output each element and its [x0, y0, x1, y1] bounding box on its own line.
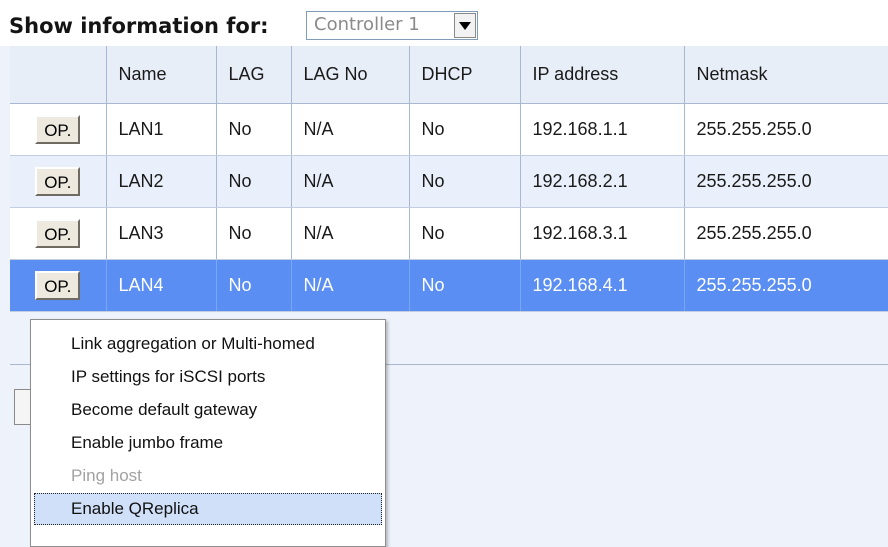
cell-lag-no: N/A	[291, 259, 410, 312]
ports-table: Name LAG LAG No DHCP IP address Netmask …	[10, 46, 888, 312]
op-button[interactable]: OP.	[35, 115, 81, 144]
column-header-name[interactable]: Name	[106, 46, 217, 104]
chevron-down-icon[interactable]	[454, 13, 476, 38]
column-header-netmask[interactable]: Netmask	[684, 46, 888, 104]
cell-lag-no: N/A	[291, 207, 410, 260]
menu-item-jumbo-frame[interactable]: Enable jumbo frame	[34, 427, 382, 459]
cell-dhcp: No	[409, 155, 521, 208]
table-row[interactable]: OP. LAN2 No N/A No 192.168.2.1 255.255.2…	[10, 155, 888, 208]
op-cell: OP.	[10, 103, 107, 156]
cell-ip-address: 192.168.1.1	[520, 103, 685, 156]
column-header-lag-no[interactable]: LAG No	[291, 46, 410, 104]
cell-lag: No	[216, 259, 292, 312]
cell-name: LAN3	[106, 207, 217, 260]
cell-name: LAN4	[106, 259, 217, 312]
table-row[interactable]: OP. LAN1 No N/A No 192.168.1.1 255.255.2…	[10, 103, 888, 156]
op-button[interactable]: OP.	[35, 271, 81, 300]
cell-dhcp: No	[409, 259, 521, 312]
cell-name: LAN1	[106, 103, 217, 156]
table-header-row: Name LAG LAG No DHCP IP address Netmask	[10, 46, 888, 104]
cell-lag: No	[216, 207, 292, 260]
menu-item-ip-settings-iscsi[interactable]: IP settings for iSCSI ports	[34, 361, 382, 393]
cell-lag: No	[216, 155, 292, 208]
column-header-dhcp[interactable]: DHCP	[409, 46, 521, 104]
op-cell: OP.	[10, 207, 107, 260]
op-button[interactable]: OP.	[35, 219, 81, 248]
filter-bar: Show information for: Controller 1	[0, 0, 888, 46]
op-button[interactable]: OP.	[35, 167, 81, 196]
column-header-op	[10, 46, 107, 104]
menu-item-ping-host: Ping host	[71, 466, 142, 485]
cell-dhcp: No	[409, 207, 521, 260]
column-header-ip-address[interactable]: IP address	[520, 46, 685, 104]
cell-ip-address: 192.168.3.1	[520, 207, 685, 260]
menu-item-link-aggregation[interactable]: Link aggregation or Multi-homed	[34, 328, 382, 360]
cell-netmask: 255.255.255.0	[684, 155, 888, 208]
op-cell: OP.	[10, 155, 107, 208]
menu-item-default-gateway[interactable]: Become default gateway	[34, 394, 382, 426]
table-row[interactable]: OP. LAN3 No N/A No 192.168.3.1 255.255.2…	[10, 207, 888, 260]
op-cell: OP.	[10, 259, 107, 312]
cell-netmask: 255.255.255.0	[684, 103, 888, 156]
cell-lag-no: N/A	[291, 155, 410, 208]
menu-item-enable-qreplica[interactable]: Enable QReplica	[34, 493, 382, 525]
cell-name: LAN2	[106, 155, 217, 208]
cell-netmask: 255.255.255.0	[684, 259, 888, 312]
controller-select-value: Controller 1	[314, 14, 420, 35]
cell-lag: No	[216, 103, 292, 156]
cell-ip-address: 192.168.2.1	[520, 155, 685, 208]
controller-select[interactable]: Controller 1	[306, 11, 478, 40]
show-information-label: Show information for:	[9, 14, 269, 38]
column-header-lag[interactable]: LAG	[216, 46, 292, 104]
cell-ip-address: 192.168.4.1	[520, 259, 685, 312]
cell-netmask: 255.255.255.0	[684, 207, 888, 260]
table-row-selected[interactable]: OP. LAN4 No N/A No 192.168.4.1 255.255.2…	[10, 259, 888, 312]
cell-lag-no: N/A	[291, 103, 410, 156]
op-context-menu: Link aggregation or Multi-homed IP setti…	[30, 319, 386, 547]
cell-dhcp: No	[409, 103, 521, 156]
